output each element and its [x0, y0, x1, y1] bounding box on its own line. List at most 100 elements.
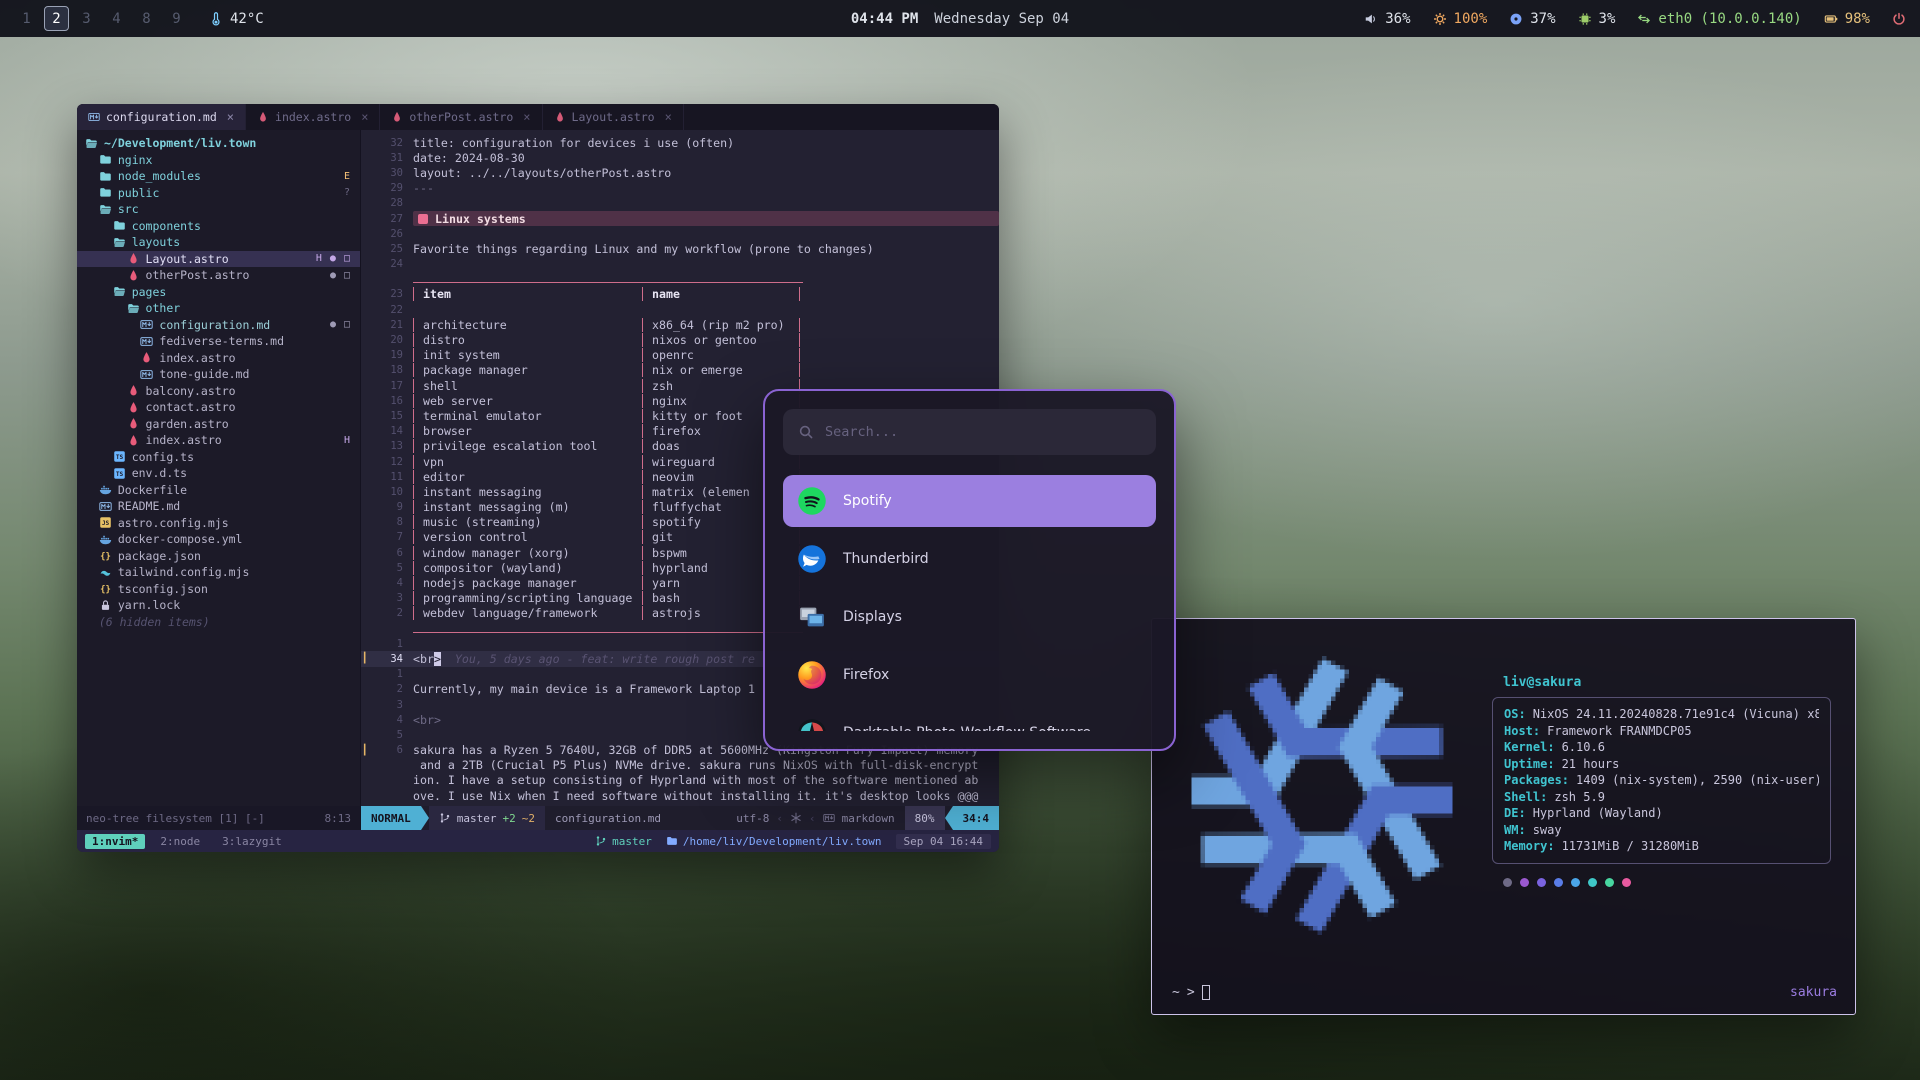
table-cell-item: architecture: [413, 318, 642, 332]
tree-item[interactable]: tsconfig.json: [77, 581, 360, 598]
workspace-button[interactable]: 8: [134, 6, 159, 31]
tree-item[interactable]: layouts: [77, 234, 360, 251]
tree-item[interactable]: ~/Development/liv.town: [77, 135, 360, 152]
tree-item[interactable]: Dockerfile: [77, 482, 360, 499]
tree-item[interactable]: src: [77, 201, 360, 218]
filetype-icon: [257, 111, 269, 123]
table-row[interactable]: 18 package manager nix or emerge: [361, 363, 999, 378]
palette-dot: [1622, 878, 1631, 887]
editor-line[interactable]: 24: [361, 257, 999, 272]
tmux-statusbar: 1:nvim* 2:node 3:lazygit master /home/li…: [77, 830, 999, 852]
tree-item[interactable]: index.astro H: [77, 432, 360, 449]
temperature-module[interactable]: 42°C: [209, 11, 264, 27]
table-cell-item: vpn: [413, 455, 642, 469]
table-row[interactable]: 20 distro nixos or gentoo: [361, 332, 999, 347]
close-tab-icon[interactable]: ×: [227, 110, 234, 124]
clock-module[interactable]: 04:44 PM Wednesday Sep 04: [851, 11, 1069, 27]
editor-tab[interactable]: configuration.md ×: [77, 104, 246, 130]
launcher-app-item[interactable]: Spotify: [783, 475, 1156, 527]
disk-module[interactable]: 37%: [1509, 11, 1555, 27]
table-row[interactable]: 19 init system openrc: [361, 348, 999, 363]
tree-item[interactable]: env.d.ts: [77, 465, 360, 482]
tree-item[interactable]: configuration.md ● □: [77, 317, 360, 334]
launcher-app-item[interactable]: Darktable Photo Workflow Software: [783, 707, 1156, 731]
tree-item[interactable]: other: [77, 300, 360, 317]
file-name: public: [118, 186, 160, 200]
battery-module[interactable]: 98%: [1824, 11, 1870, 27]
tmux-window[interactable]: 3:lazygit: [215, 834, 289, 849]
tmux-window[interactable]: 1:nvim*: [85, 834, 145, 849]
editor-line[interactable]: ion. I have a setup consisting of Hyprla…: [361, 773, 999, 788]
tree-item[interactable]: balcony.astro: [77, 383, 360, 400]
launcher-app-item[interactable]: Displays: [783, 591, 1156, 643]
editor-line[interactable]: 25 Favorite things regarding Linux and m…: [361, 241, 999, 256]
tree-item[interactable]: tailwind.config.mjs: [77, 564, 360, 581]
workspace-button[interactable]: 4: [104, 6, 129, 31]
tree-item[interactable]: garden.astro: [77, 416, 360, 433]
workspace-button[interactable]: 2: [44, 6, 69, 31]
cpu-module[interactable]: 3%: [1578, 11, 1616, 27]
launcher-search[interactable]: [783, 409, 1156, 455]
line-number: 20: [373, 334, 413, 346]
table-row[interactable]: 21 architecture x86_64 (rip m2 pro): [361, 317, 999, 332]
tree-item[interactable]: astro.config.mjs: [77, 515, 360, 532]
workspace-button[interactable]: 1: [14, 6, 39, 31]
search-input[interactable]: [825, 424, 1141, 440]
filetype-icon: [88, 111, 100, 123]
shell-prompt[interactable]: ~ >: [1172, 985, 1210, 1000]
file-icon: [99, 582, 112, 595]
file-name: layouts: [132, 235, 180, 249]
line-number: 8: [373, 516, 413, 528]
editor-line[interactable]: ove. I use Nix when I need software with…: [361, 788, 999, 803]
tree-item[interactable]: tone-guide.md: [77, 366, 360, 383]
volume-module[interactable]: 36%: [1364, 11, 1410, 27]
tree-item[interactable]: yarn.lock: [77, 597, 360, 614]
editor-line[interactable]: 28: [361, 196, 999, 211]
tree-item[interactable]: README.md: [77, 498, 360, 515]
editor-tab[interactable]: index.astro ×: [246, 104, 380, 130]
tree-item[interactable]: package.json: [77, 548, 360, 565]
app-label: Displays: [843, 609, 902, 625]
editor-line[interactable]: 31 date: 2024-08-30: [361, 150, 999, 165]
cpu-value: 3%: [1599, 11, 1616, 27]
editor-tab[interactable]: otherPost.astro ×: [380, 104, 542, 130]
file-icon: [99, 516, 112, 529]
tmux-window[interactable]: 2:node: [153, 834, 207, 849]
tree-item[interactable]: contact.astro: [77, 399, 360, 416]
git-segment: master +2 ~2: [429, 806, 545, 830]
editor-line-heading[interactable]: 27 Linux systems: [361, 211, 999, 226]
tree-item[interactable]: public ?: [77, 185, 360, 202]
editor-line[interactable]: and a 2TB (Crucial P5 Plus) NVMe drive. …: [361, 758, 999, 773]
tree-item[interactable]: node_modules E: [77, 168, 360, 185]
fastfetch-terminal[interactable]: liv@sakura OS: NixOS 24.11.20240828.71e9…: [1151, 618, 1856, 1015]
launcher-app-item[interactable]: Firefox: [783, 649, 1156, 701]
close-tab-icon[interactable]: ×: [665, 110, 672, 124]
power-button[interactable]: [1892, 12, 1906, 26]
editor-line[interactable]: 26: [361, 226, 999, 241]
tree-item[interactable]: Layout.astro H ● □: [77, 251, 360, 268]
tree-item[interactable]: config.ts: [77, 449, 360, 466]
table-header-row[interactable]: 23 item name: [361, 287, 999, 302]
tree-item[interactable]: pages: [77, 284, 360, 301]
editor-line[interactable]: 32 title: configuration for devices i us…: [361, 135, 999, 150]
close-tab-icon[interactable]: ×: [361, 110, 368, 124]
tree-item[interactable]: fediverse-terms.md: [77, 333, 360, 350]
launcher-app-item[interactable]: Thunderbird: [783, 533, 1156, 585]
line-number: 29: [373, 182, 413, 194]
editor-line[interactable]: 30 layout: ../../layouts/otherPost.astro: [361, 165, 999, 180]
file-icon: [85, 137, 98, 150]
workspace-button[interactable]: 9: [164, 6, 189, 31]
brightness-module[interactable]: 100%: [1433, 11, 1488, 27]
workspace-button[interactable]: 3: [74, 6, 99, 31]
tree-item[interactable]: otherPost.astro ● □: [77, 267, 360, 284]
editor-tab[interactable]: Layout.astro ×: [543, 104, 684, 130]
editor-line[interactable]: 29 ---: [361, 181, 999, 196]
tree-item[interactable]: docker-compose.yml: [77, 531, 360, 548]
tree-item[interactable]: (6 hidden items): [77, 614, 360, 631]
network-module[interactable]: eth0 (10.0.0.140): [1637, 11, 1801, 27]
tree-item[interactable]: nginx: [77, 152, 360, 169]
tree-item[interactable]: components: [77, 218, 360, 235]
cursor-block: >: [434, 652, 441, 666]
close-tab-icon[interactable]: ×: [523, 110, 530, 124]
tree-item[interactable]: index.astro: [77, 350, 360, 367]
